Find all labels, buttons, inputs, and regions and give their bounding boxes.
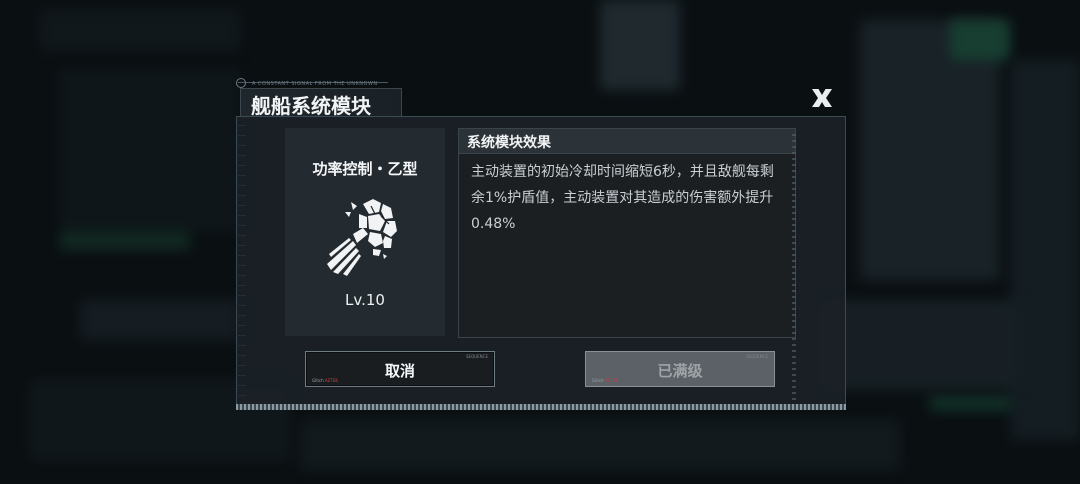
panel-side-dots (792, 130, 796, 400)
close-icon (812, 88, 832, 107)
effect-header-label: 系统模块效果 (467, 135, 551, 151)
effect-header: 系统模块效果 (459, 129, 795, 154)
effect-description: 主动装置的初始冷却时间缩短6秒，并且敌舰每剩余1%护盾值，主动装置对其造成的伤害… (471, 164, 774, 232)
close-button[interactable] (808, 86, 836, 110)
title-tag: A CONSTANT SIGNAL FROM THE UNKNOWN (252, 81, 378, 87)
max-level-button-subtag: Glitch AZTEK (592, 378, 618, 383)
cancel-button[interactable]: SEQUENCE 取消 Glitch AZTEK (305, 351, 495, 387)
max-level-button[interactable]: SEQUENCE 已满级 Glitch AZTEK (585, 351, 775, 387)
module-name: 功率控制・乙型 (312, 160, 418, 178)
cancel-button-subtag: Glitch AZTEK (312, 378, 338, 383)
cancel-button-tag: SEQUENCE (466, 354, 488, 359)
effect-box: 系统模块效果 主动装置的初始冷却时间缩短6秒，并且敌舰每剩余1%护盾值，主动装置… (458, 128, 796, 338)
dialog-title: 舰船系统模块 (251, 94, 371, 118)
panel-grid-decoration (236, 116, 246, 406)
dialog-title-tab: 舰船系统模块 (240, 88, 402, 119)
module-card: 功率控制・乙型 Lv.10 (285, 128, 445, 336)
panel-bottom-bar (236, 404, 846, 410)
burst-shot-icon (323, 194, 407, 278)
module-level: Lv.10 (345, 291, 385, 309)
max-level-button-tag: SEQUENCE (746, 354, 768, 359)
